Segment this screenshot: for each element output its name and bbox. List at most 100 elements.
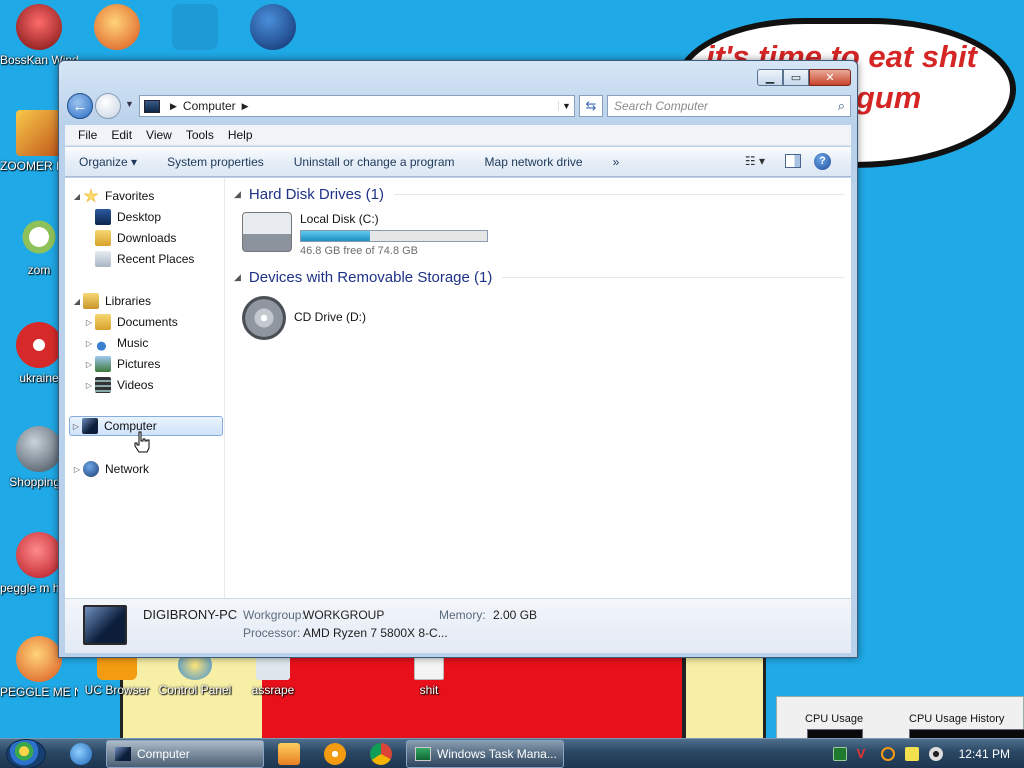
collapse-icon[interactable]: ◢ — [71, 192, 83, 201]
start-button[interactable] — [6, 739, 46, 768]
cd-drive-icon — [242, 296, 286, 340]
expand-icon[interactable]: ▷ — [71, 465, 83, 474]
address-dropdown-icon[interactable]: ▼ — [558, 101, 574, 111]
organize-button[interactable]: Organize ▾ — [79, 155, 137, 169]
network-icon — [83, 461, 99, 477]
breadcrumb-arrow-icon[interactable]: ▶ — [170, 101, 177, 112]
explorer-window: ▁ ▭ ✕ ← ▼ ▶ Computer ▶ ▼ ⇆ Search Comput… — [58, 60, 858, 658]
search-input[interactable]: Search Computer ⌕ — [607, 95, 851, 117]
clock[interactable]: 12:41 PM — [959, 747, 1010, 761]
nav-desktop[interactable]: Desktop — [95, 207, 161, 227]
pc-name: DIGIBRONY-PC — [143, 607, 238, 622]
minimize-button[interactable]: ▁ — [757, 69, 783, 86]
expand-icon[interactable]: ▷ — [83, 339, 95, 348]
system-properties-button[interactable]: System properties — [167, 155, 264, 169]
collapse-icon[interactable]: ◢ — [234, 272, 241, 283]
nav-music[interactable]: ▷ Music — [83, 333, 148, 353]
nav-downloads[interactable]: Downloads — [95, 228, 176, 248]
search-tray-icon[interactable] — [880, 747, 895, 761]
disk-usage-bar — [300, 230, 488, 242]
preview-pane-icon[interactable] — [785, 154, 801, 168]
computer-icon — [115, 747, 131, 761]
internet-explorer-icon[interactable] — [70, 743, 92, 765]
notification-icon[interactable] — [904, 747, 919, 761]
pictures-icon — [95, 356, 111, 372]
breadcrumb-computer[interactable]: Computer — [183, 99, 236, 113]
content-pane: ◢ Hard Disk Drives (1) Local Disk (C:) 4… — [226, 178, 851, 598]
expand-icon[interactable]: ▷ — [83, 318, 95, 327]
map-network-drive-button[interactable]: Map network drive — [485, 155, 583, 169]
menu-edit[interactable]: Edit — [104, 128, 139, 142]
more-commands-button[interactable]: » — [613, 155, 620, 169]
documents-icon — [95, 314, 111, 330]
expand-icon[interactable]: ▷ — [83, 381, 95, 390]
menu-view[interactable]: View — [139, 128, 179, 142]
desktop-icon-top-3[interactable] — [234, 4, 312, 53]
nav-videos[interactable]: ▷ Videos — [83, 375, 153, 395]
nav-documents[interactable]: ▷ Documents — [83, 312, 178, 332]
search-icon[interactable]: ⌕ — [838, 98, 845, 114]
desktop-icon-bosskan[interactable]: BossKan Windows — [0, 4, 78, 68]
skype-icon — [172, 4, 218, 50]
flower-icon — [16, 214, 62, 260]
hand-cursor-icon — [134, 431, 150, 453]
taskbar-button-computer[interactable]: Computer — [106, 740, 264, 768]
drive-cd-d[interactable]: CD Drive (D:) — [242, 296, 366, 340]
downloads-folder-icon — [95, 230, 111, 246]
help-icon[interactable]: ? — [814, 153, 831, 170]
menu-file[interactable]: File — [71, 128, 104, 142]
collapse-icon[interactable]: ◢ — [71, 297, 83, 306]
hard-drive-icon — [242, 212, 292, 252]
menu-help[interactable]: Help — [221, 128, 260, 142]
star-icon — [83, 188, 99, 203]
antivirus-icon[interactable]: V — [857, 747, 871, 761]
wallpaper-shape — [262, 656, 692, 746]
desktop-icon-top-1[interactable] — [78, 4, 156, 53]
nav-network[interactable]: ▷ Network — [71, 459, 149, 479]
desktop-icon — [95, 209, 111, 225]
group-removable-storage[interactable]: ◢ Devices with Removable Storage (1) — [234, 269, 844, 286]
globe-icon — [250, 4, 296, 50]
maximize-button[interactable]: ▭ — [783, 69, 809, 86]
nav-libraries[interactable]: ◢ Libraries — [71, 291, 151, 311]
menu-tools[interactable]: Tools — [179, 128, 221, 142]
cpu-usage-label: CPU Usage — [805, 713, 864, 725]
address-bar[interactable]: ▶ Computer ▶ ▼ — [139, 95, 575, 117]
back-button[interactable]: ← — [67, 93, 93, 119]
processor-label: Processor: — [243, 626, 301, 640]
cpu-meter-icon[interactable] — [832, 747, 847, 761]
volume-icon[interactable] — [928, 747, 943, 761]
media-player-icon[interactable] — [278, 743, 300, 765]
nav-favorites[interactable]: ◢ Favorites — [71, 186, 154, 206]
peggle-icon — [94, 4, 140, 50]
task-manager-icon — [415, 747, 431, 761]
change-view-icon[interactable]: ☷ ▾ — [745, 154, 765, 168]
collapse-icon[interactable]: ◢ — [234, 189, 241, 200]
computer-icon — [144, 99, 160, 113]
chrome-icon[interactable] — [370, 743, 392, 765]
refresh-button[interactable]: ⇆ — [579, 95, 603, 117]
flash-icon — [16, 426, 62, 472]
zoomer-icon — [16, 110, 62, 156]
close-button[interactable]: ✕ — [809, 69, 851, 86]
uc-browser-icon[interactable] — [324, 743, 346, 765]
drive-local-disk-c[interactable]: Local Disk (C:) 46.8 GB free of 74.8 GB — [242, 212, 488, 257]
computer-icon — [82, 418, 98, 434]
nav-pictures[interactable]: ▷ Pictures — [83, 354, 160, 374]
breadcrumb-arrow-icon[interactable]: ▶ — [242, 101, 249, 112]
menu-bar: File Edit View Tools Help — [65, 125, 851, 146]
caption-buttons: ▁ ▭ ✕ — [757, 69, 851, 86]
peggle-icon — [16, 636, 62, 682]
taskbar-button-task-manager[interactable]: Windows Task Mana... — [406, 740, 564, 768]
forward-button[interactable] — [95, 93, 121, 119]
expand-icon[interactable]: ▷ — [70, 422, 82, 431]
group-divider — [393, 194, 844, 195]
recent-pages-dropdown[interactable]: ▼ — [125, 99, 134, 109]
uninstall-program-button[interactable]: Uninstall or change a program — [294, 155, 455, 169]
expand-icon[interactable]: ▷ — [83, 360, 95, 369]
desktop-icon-top-2[interactable] — [156, 4, 234, 53]
recent-places-icon — [95, 251, 111, 267]
nav-recent-places[interactable]: Recent Places — [95, 249, 194, 269]
memory-label: Memory: — [439, 608, 486, 622]
group-hard-disk-drives[interactable]: ◢ Hard Disk Drives (1) — [234, 186, 844, 203]
